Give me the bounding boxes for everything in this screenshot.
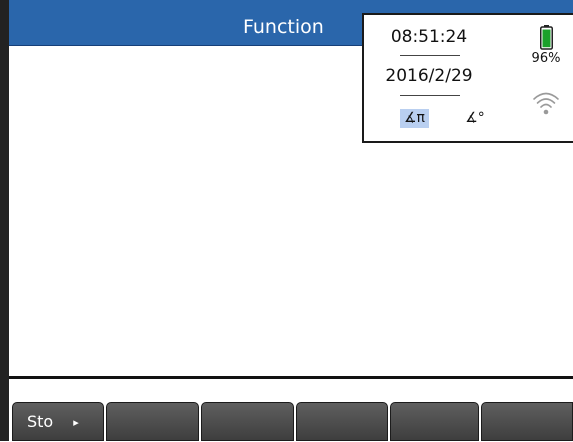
softkey-5[interactable] (390, 402, 479, 441)
battery-percent: 96% (531, 51, 561, 66)
softkey-6[interactable] (481, 402, 573, 441)
date-text: 2016/2/29 (385, 66, 473, 86)
battery-icon (540, 25, 553, 50)
softkey-2[interactable] (106, 402, 199, 441)
softkey-3[interactable] (201, 402, 294, 441)
sto-softkey[interactable]: Sto ▸ (12, 402, 104, 441)
softkey-label: Sto (27, 412, 54, 431)
right-arrow-icon: ▸ (73, 416, 79, 429)
angle-degrees-toggle[interactable]: ∡° (461, 109, 489, 128)
app-title: Function (243, 16, 324, 38)
menu-separator (9, 376, 573, 379)
screen-left-border (0, 0, 9, 441)
wifi-icon (533, 92, 559, 115)
softkey-4[interactable] (296, 402, 388, 441)
angle-radians-toggle[interactable]: ∡π (400, 109, 429, 128)
calculator-screen: Function 08:51:24 2016/2/29 ∡π ∡° 96% St… (0, 0, 573, 441)
divider (400, 95, 460, 96)
soft-menu-bar: Sto ▸ (9, 402, 573, 441)
status-popup: 08:51:24 2016/2/29 ∡π ∡° 96% (362, 13, 573, 143)
clock-time: 08:51:24 (390, 27, 468, 47)
divider (400, 55, 460, 56)
